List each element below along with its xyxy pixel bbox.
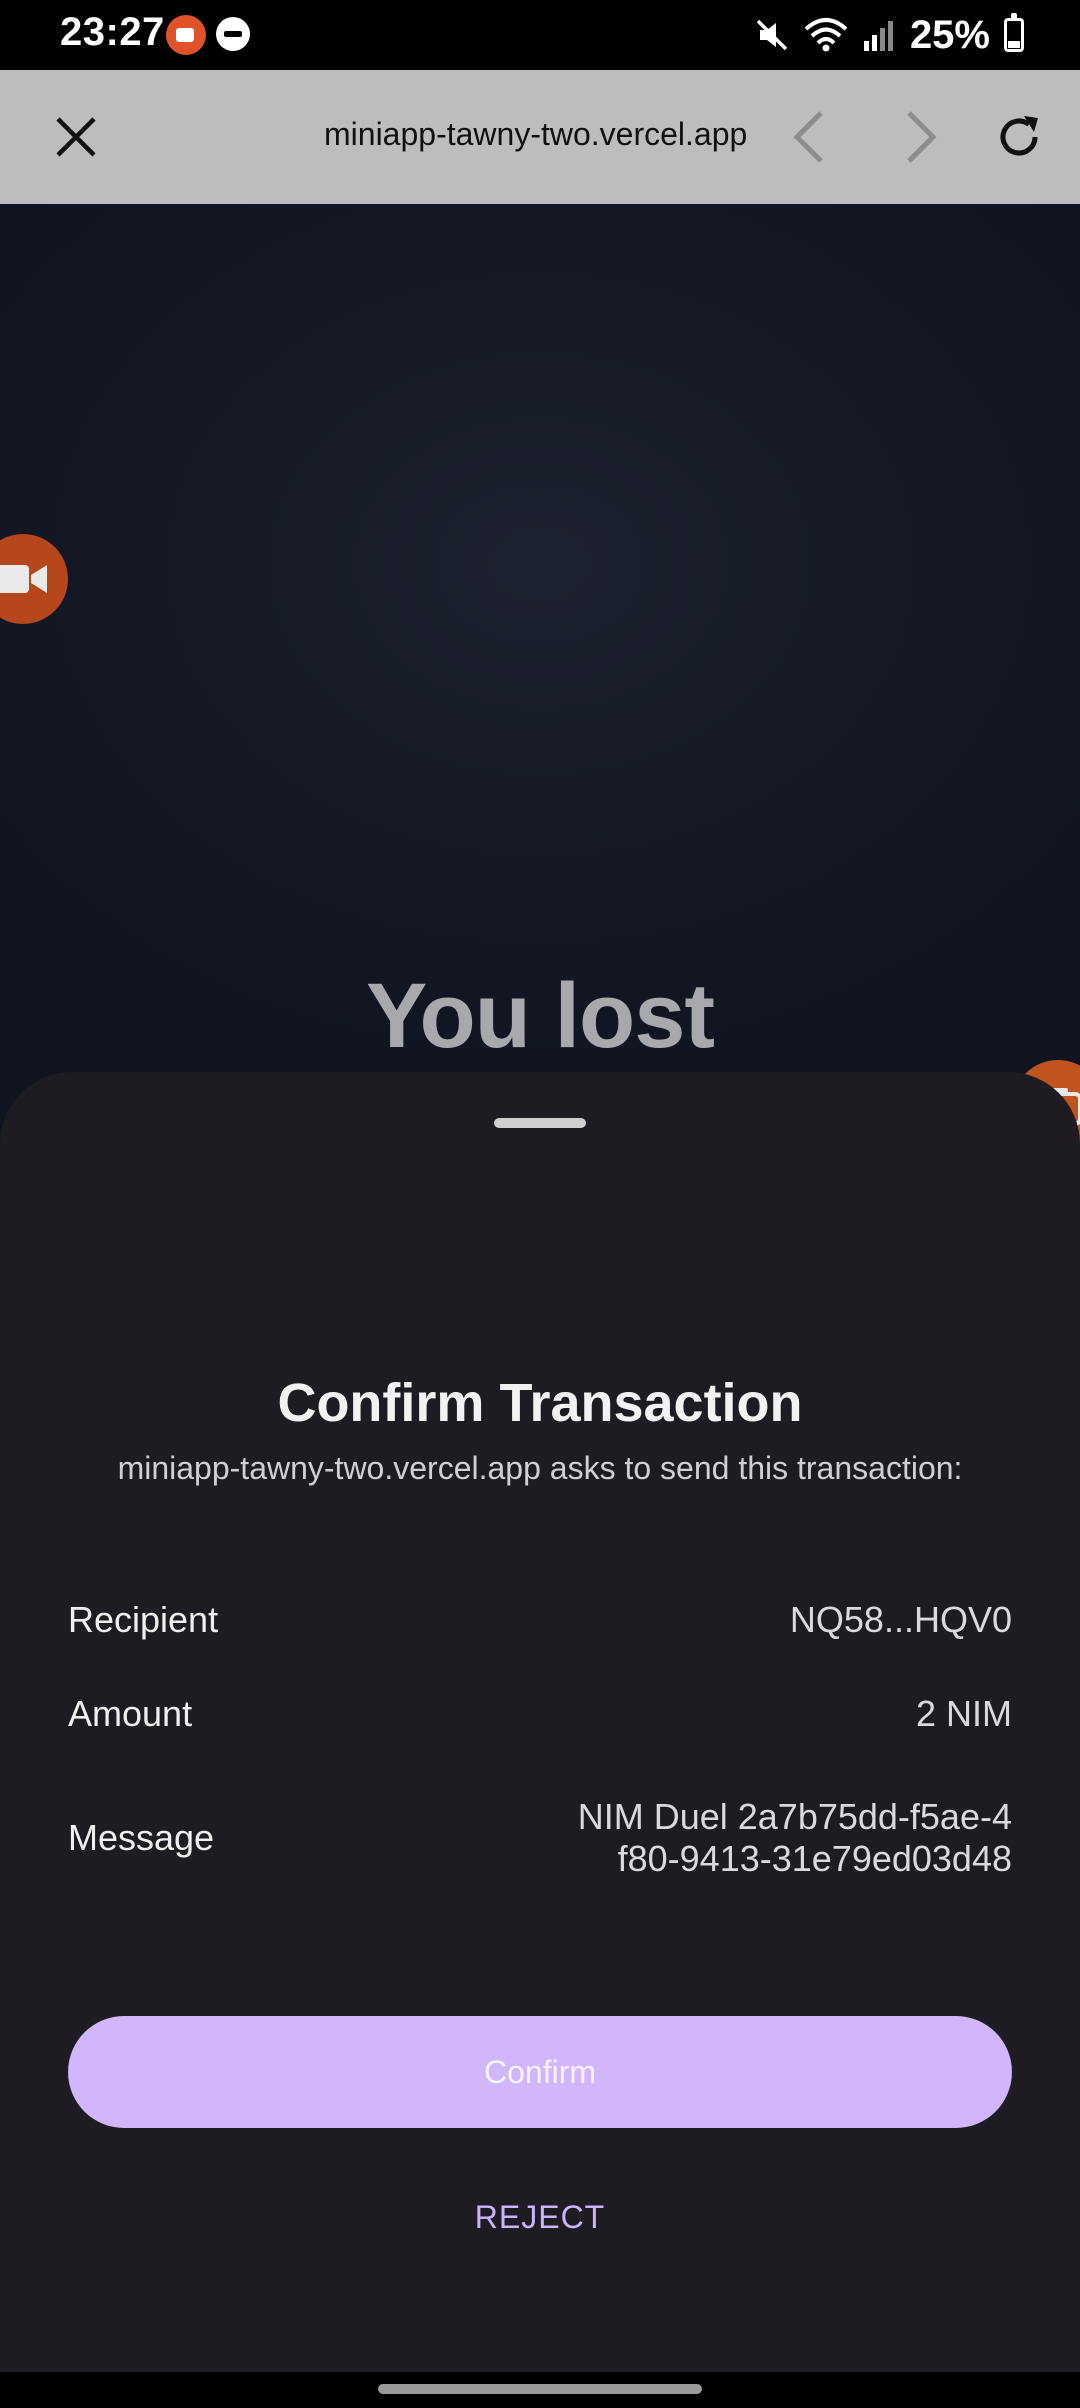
amount-row: Amount 2 NIM [68,1684,1012,1744]
reload-icon [1000,116,1038,156]
browser-toolbar: miniapp-tawny-two.vercel.app [0,70,1080,204]
wifi-icon [804,18,848,52]
recipient-value: NQ58...HQV0 [789,1599,1012,1640]
do-not-disturb-icon [216,17,250,51]
reject-button-label: REJECT [474,2198,606,2235]
amount-label: Amount [68,1693,193,1734]
message-value-line-1: NIM Duel 2a7b75dd-f5ae-4 [577,1796,1012,1837]
confirm-button[interactable]: Confirm [68,2016,1012,2128]
result-headline: You lost [365,965,715,1067]
home-indicator[interactable] [378,2384,702,2394]
forward-arrow-icon [907,111,937,163]
system-nav-bar [0,2372,1080,2408]
forward-button[interactable] [886,102,956,172]
confirm-transaction-sheet: Confirm Transaction miniapp-tawny-two.ve… [0,1072,1080,2372]
status-bar: 23:27 25% [0,0,1080,70]
floating-record-button[interactable] [0,534,68,624]
message-label: Message [68,1817,215,1858]
message-value-line-2: f80-9413-31e79ed03d48 [617,1838,1012,1879]
battery-percentage: 25% [909,12,990,57]
status-time: 23:27 [60,10,165,54]
confirm-button-label: Confirm [483,2053,596,2090]
sheet-drag-handle[interactable] [494,1118,586,1128]
close-button[interactable] [44,102,108,172]
sheet-title: Confirm Transaction [277,1373,803,1433]
signal-icon [863,21,893,51]
recipient-label: Recipient [68,1599,219,1640]
reject-button[interactable]: REJECT [440,2182,640,2252]
message-row: Message NIM Duel 2a7b75dd-f5ae-4 f80-941… [68,1778,1012,1898]
screen-record-icon [166,15,206,55]
status-indicators: 25% [754,8,1024,62]
video-camera-icon [0,565,47,593]
url-text[interactable]: miniapp-tawny-two.vercel.app [324,116,747,153]
amount-value: 2 NIM [915,1693,1012,1734]
battery-icon [1004,13,1024,52]
reload-button[interactable] [984,102,1054,172]
recipient-row: Recipient NQ58...HQV0 [68,1590,1012,1650]
back-button[interactable] [774,102,844,172]
mute-icon [756,19,788,51]
sheet-subtitle: miniapp-tawny-two.vercel.app asks to sen… [117,1450,963,1486]
message-value: NIM Duel 2a7b75dd-f5ae-4 f80-9413-31e79e… [578,1796,1012,1880]
close-icon [56,117,96,157]
back-arrow-icon [793,111,823,163]
